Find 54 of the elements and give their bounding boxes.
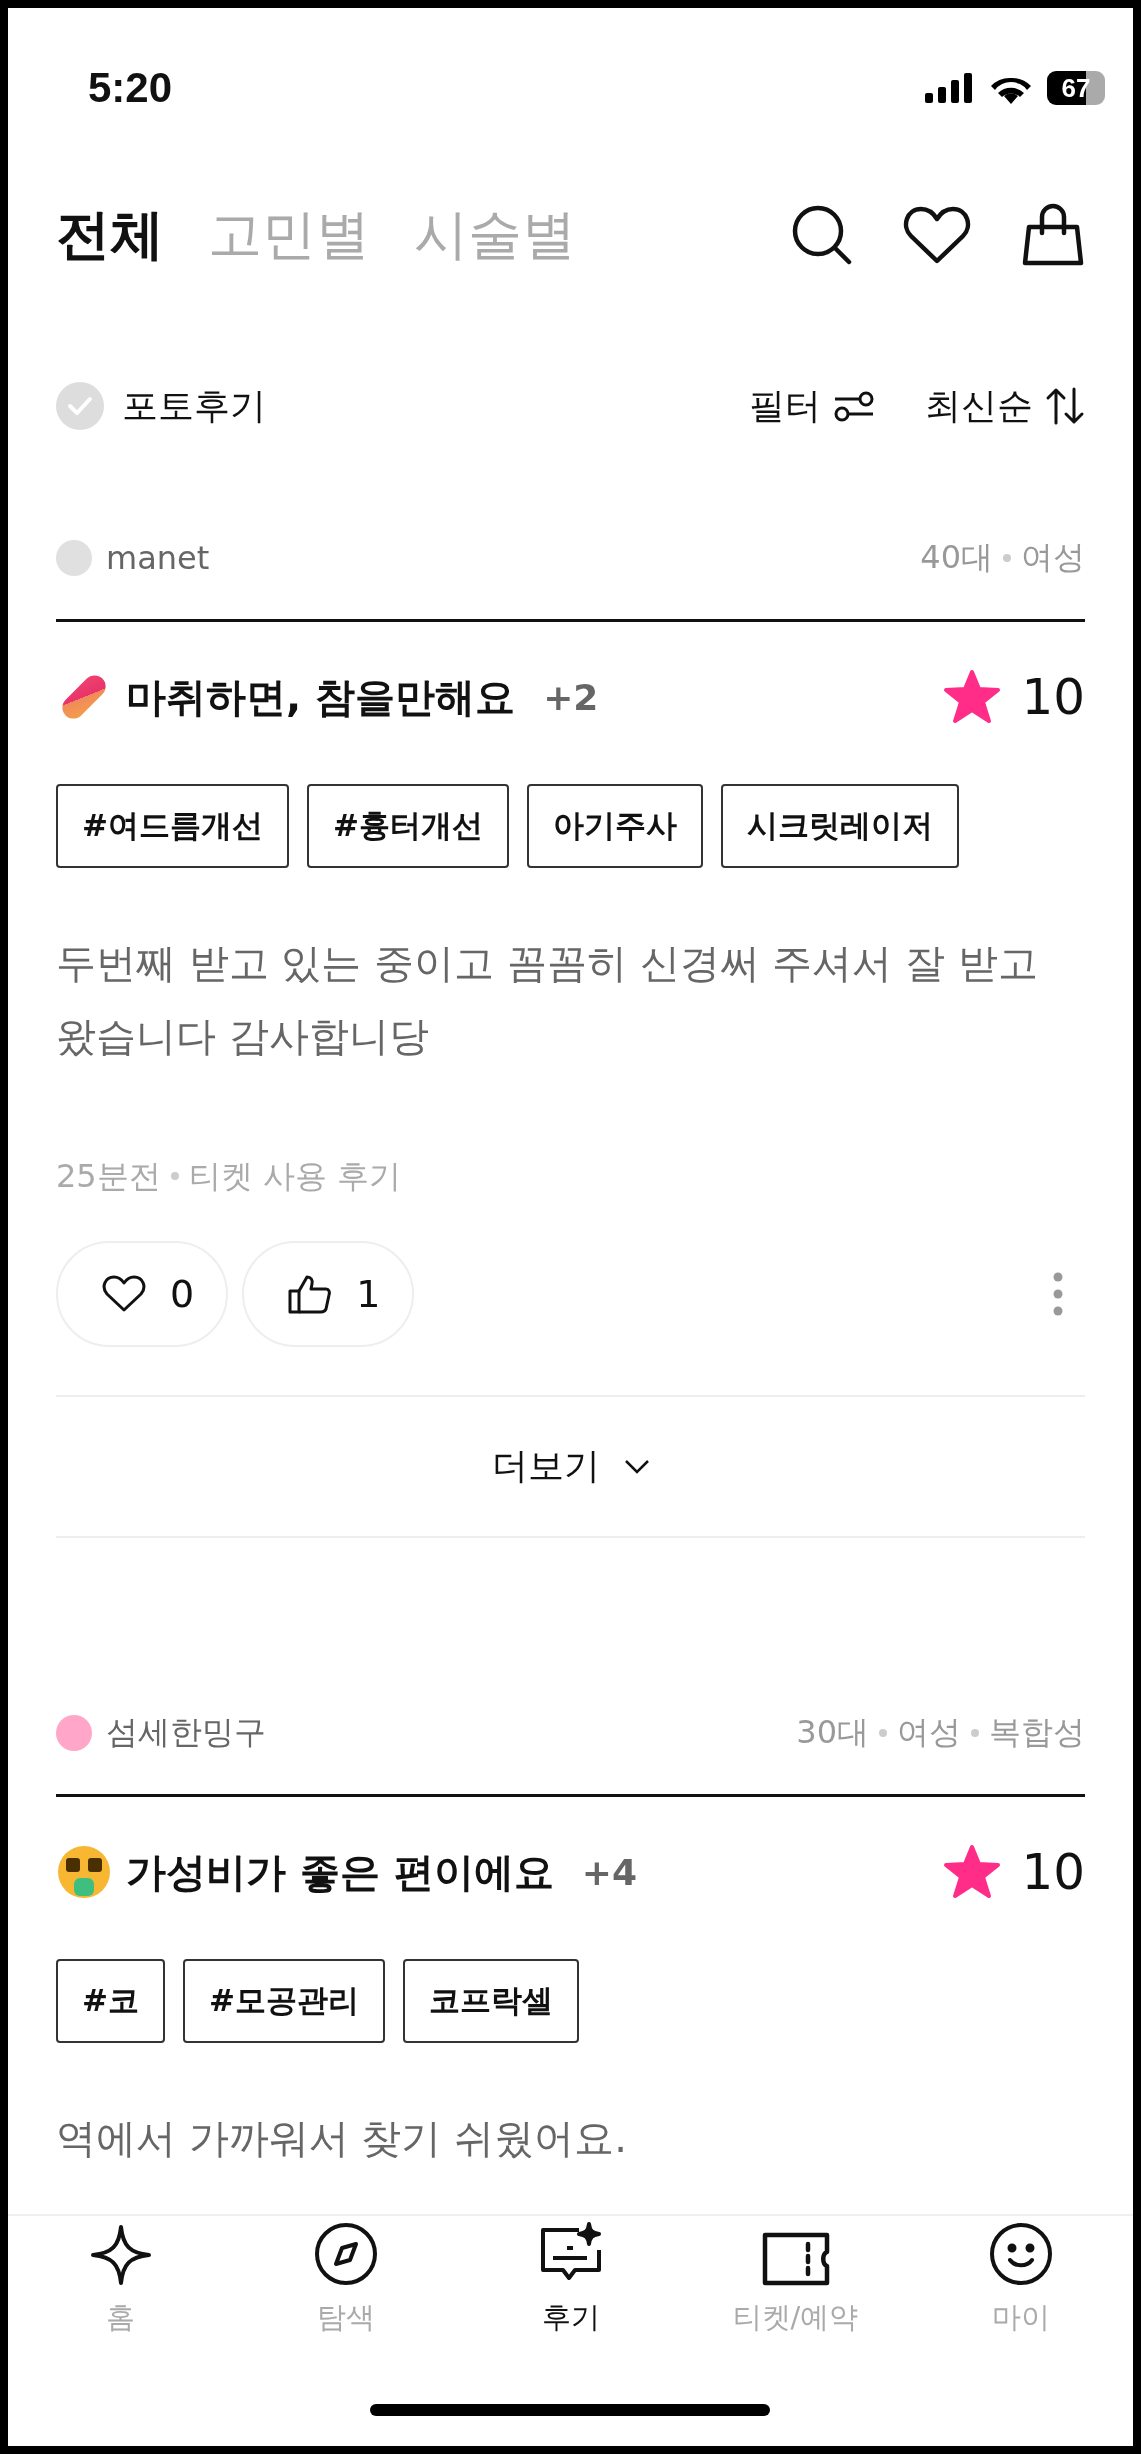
tag-chip[interactable]: 코프락셀 — [402, 1959, 579, 2043]
extra-count: +4 — [581, 1851, 638, 1893]
review-text: 두번째 받고 있는 중이고 꼼꼼히 신경써 주셔서 잘 받고 왔습니다 감사합니당 — [56, 939, 1039, 1061]
compass-icon — [313, 2222, 378, 2286]
user-attribute: 여성 — [1021, 537, 1085, 578]
tag-chip[interactable]: #여드름개선 — [56, 784, 289, 868]
filter-button[interactable]: 필터 — [749, 381, 875, 431]
sliders-icon — [833, 389, 875, 423]
separator-dot — [170, 1172, 179, 1180]
shopping-bag-icon[interactable] — [1021, 203, 1085, 267]
sparkle-icon — [89, 2224, 152, 2286]
rating-score: 10 — [1021, 668, 1085, 726]
like-button[interactable]: 0 — [56, 1241, 229, 1347]
user-attribute: 복합성 — [989, 1712, 1085, 1753]
separator-dot — [1003, 554, 1011, 562]
tag-chip[interactable]: 시크릿레이저 — [720, 784, 959, 868]
review-title: 가성비가 좋은 편이에요 — [126, 1847, 554, 1897]
status-time: 5:20 — [88, 64, 173, 112]
heart-icon[interactable] — [903, 205, 971, 265]
tag-chip[interactable]: #모공관리 — [183, 1959, 385, 2043]
tag-chip[interactable]: 아기주사 — [526, 784, 703, 868]
sort-icon — [1045, 387, 1085, 425]
star-icon — [943, 669, 1002, 725]
rating-score: 10 — [1021, 1843, 1085, 1901]
category-tab[interactable]: 전체 — [56, 198, 164, 272]
emoji-icon — [56, 1844, 112, 1900]
heart-icon — [102, 1275, 146, 1313]
thumbs-up-icon — [288, 1274, 333, 1314]
search-icon[interactable] — [791, 204, 853, 266]
chevron-down-icon — [623, 1458, 650, 1475]
sort-button[interactable]: 최신순 — [925, 381, 1085, 431]
review-title: 마취하면, 참을만해요 — [126, 672, 516, 722]
more-options-icon[interactable] — [1053, 1272, 1063, 1316]
user-attribute: 40대 — [920, 537, 993, 578]
show-more-button[interactable]: 더보기 — [56, 1395, 1085, 1538]
star-icon — [943, 1844, 1002, 1900]
separator-dot — [971, 1729, 979, 1737]
user-name: 섬세한밍구 — [106, 1712, 266, 1753]
review-source: 티켓 사용 후기 — [188, 1156, 402, 1197]
review-text: 역에서 가까워서 찾기 쉬웠어요. — [56, 2114, 628, 2163]
signal-icon — [925, 73, 975, 103]
thumbs-up-button[interactable]: 1 — [242, 1241, 415, 1347]
review-time: 25분전 — [56, 1156, 161, 1197]
extra-count: +2 — [543, 676, 599, 718]
ticket-icon — [761, 2232, 830, 2286]
tag-chip[interactable]: #코 — [56, 1959, 165, 2043]
smiley-icon — [988, 2222, 1053, 2286]
nav-tab[interactable]: 후기 — [458, 2222, 683, 2338]
user-attribute: 여성 — [897, 1712, 961, 1753]
separator-dot — [879, 1729, 887, 1737]
user-attribute: 30대 — [796, 1712, 869, 1753]
tag-chip[interactable]: #흉터개선 — [307, 784, 509, 868]
user-name: manet — [106, 539, 210, 577]
photo-review-toggle[interactable]: 포토후기 — [56, 381, 266, 431]
